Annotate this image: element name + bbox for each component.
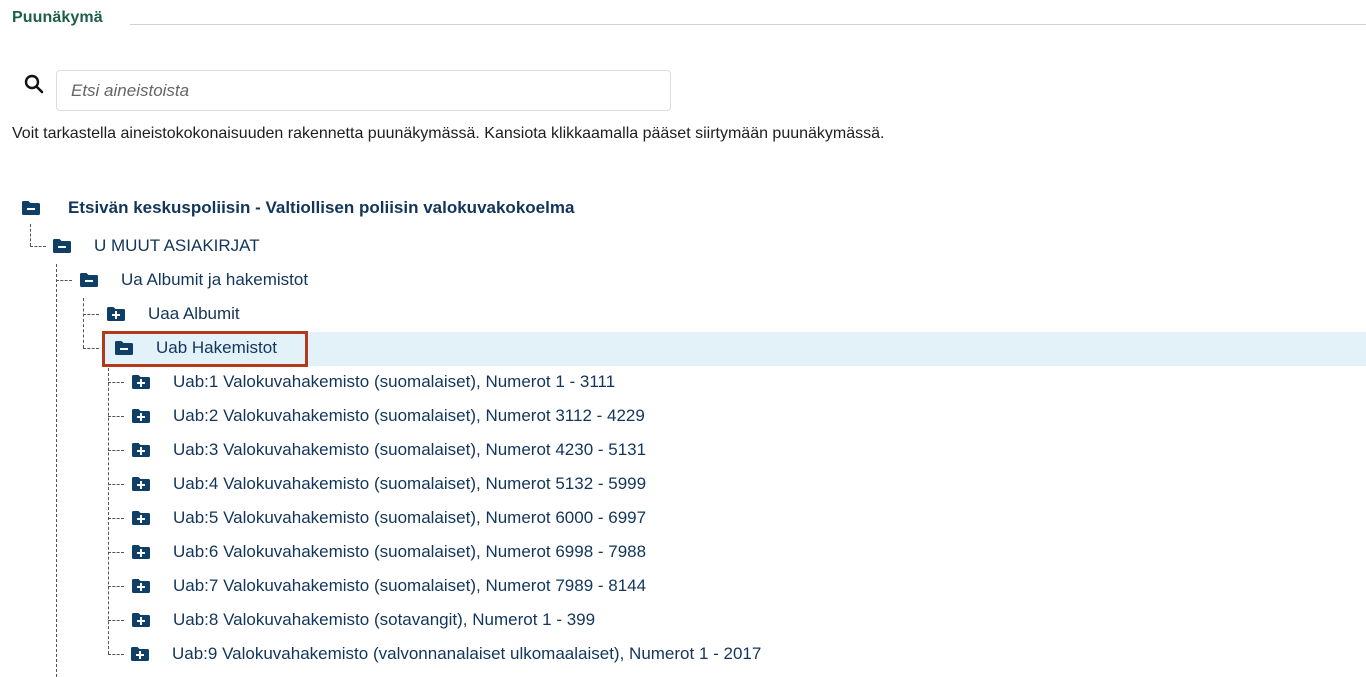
tree-node-root[interactable]: Etsivän keskuspoliisin - Valtiollisen po… <box>21 193 574 223</box>
tree-node-label[interactable]: Uab:4 Valokuvahakemisto (suomalaiset), N… <box>173 474 646 494</box>
tree-node-label[interactable]: Uab:2 Valokuvahakemisto (suomalaiset), N… <box>173 406 645 426</box>
tree-connector <box>56 264 57 677</box>
tree-node-label[interactable]: Uaa Albumit <box>148 304 240 324</box>
tree-node-uab-2[interactable]: Uab:2 Valokuvahakemisto (suomalaiset), N… <box>131 401 645 431</box>
tree-node-uab-1[interactable]: Uab:1 Valokuvahakemisto (suomalaiset), N… <box>131 367 615 397</box>
tree-node-label[interactable]: Uab:1 Valokuvahakemisto (suomalaiset), N… <box>173 372 615 392</box>
tree-connector <box>30 246 46 247</box>
tree-node-uab-3[interactable]: Uab:3 Valokuvahakemisto (suomalaiset), N… <box>131 435 646 465</box>
folder-plus-icon[interactable] <box>130 646 150 662</box>
tree-node-label[interactable]: Uab:7 Valokuvahakemisto (suomalaiset), N… <box>173 576 646 596</box>
tree-connector <box>108 484 124 485</box>
tree-node-uab-7[interactable]: Uab:7 Valokuvahakemisto (suomalaiset), N… <box>131 571 646 601</box>
tree-connector <box>108 654 124 655</box>
tree-node-label[interactable]: Uab:3 Valokuvahakemisto (suomalaiset), N… <box>173 440 646 460</box>
tree-node-label[interactable]: Etsivän keskuspoliisin - Valtiollisen po… <box>68 198 574 218</box>
tree-description: Voit tarkastella aineistokokonaisuuden r… <box>12 125 885 142</box>
tree-connector <box>108 620 124 621</box>
tree-node-uab-6[interactable]: Uab:6 Valokuvahakemisto (suomalaiset), N… <box>131 537 646 567</box>
folder-minus-icon[interactable] <box>52 238 72 254</box>
tree-connector <box>83 348 99 349</box>
tree-connector <box>108 518 124 519</box>
tree-connector <box>30 224 31 246</box>
tree-node-label[interactable]: Ua Albumit ja hakemistot <box>121 270 308 290</box>
tree-node-uab-5[interactable]: Uab:5 Valokuvahakemisto (suomalaiset), N… <box>131 503 646 533</box>
tree-node-label[interactable]: Uab:5 Valokuvahakemisto (suomalaiset), N… <box>173 508 646 528</box>
tree-connector <box>83 314 99 315</box>
tree-node-uab-9[interactable]: Uab:9 Valokuvahakemisto (valvonnanalaise… <box>130 639 761 669</box>
tree-connector <box>108 586 124 587</box>
search-input[interactable] <box>56 70 671 111</box>
tree-node-uab-8[interactable]: Uab:8 Valokuvahakemisto (sotavangit), Nu… <box>131 605 595 635</box>
folder-plus-icon[interactable] <box>106 306 126 322</box>
tree-connector <box>108 382 124 383</box>
section-divider <box>130 24 1366 25</box>
folder-plus-icon[interactable] <box>131 408 151 424</box>
folder-plus-icon[interactable] <box>131 578 151 594</box>
section-title: Puunäkymä <box>12 9 103 26</box>
folder-plus-icon[interactable] <box>131 374 151 390</box>
folder-plus-icon[interactable] <box>131 442 151 458</box>
tree-view-page: Puunäkymä Voit tarkastella aineistokokon… <box>0 0 1366 677</box>
tree-node-u-muut-asiakirjat[interactable]: U MUUT ASIAKIRJAT <box>52 231 260 261</box>
tree-connector <box>108 552 124 553</box>
tree-node-uab-4[interactable]: Uab:4 Valokuvahakemisto (suomalaiset), N… <box>131 469 646 499</box>
search-icon[interactable] <box>24 74 44 94</box>
selected-node-highlight <box>102 331 308 367</box>
tree-connector <box>83 298 84 348</box>
folder-plus-icon[interactable] <box>131 544 151 560</box>
tree-node-label[interactable]: Uab:8 Valokuvahakemisto (sotavangit), Nu… <box>173 610 595 630</box>
tree-node-uaa-albumit[interactable]: Uaa Albumit <box>106 299 240 329</box>
tree-node-label[interactable]: U MUUT ASIAKIRJAT <box>94 236 260 256</box>
tree-node-label[interactable]: Uab:6 Valokuvahakemisto (suomalaiset), N… <box>173 542 646 562</box>
folder-plus-icon[interactable] <box>131 476 151 492</box>
tree-connector <box>56 280 72 281</box>
tree-connector <box>108 368 109 654</box>
tree-node-ua-albumit-ja-hakemistot[interactable]: Ua Albumit ja hakemistot <box>79 265 308 295</box>
folder-minus-icon[interactable] <box>79 272 99 288</box>
tree-connector <box>108 450 124 451</box>
tree-node-label[interactable]: Uab:9 Valokuvahakemisto (valvonnanalaise… <box>172 644 761 664</box>
folder-plus-icon[interactable] <box>131 612 151 628</box>
tree-connector <box>108 416 124 417</box>
folder-minus-icon[interactable] <box>21 200 41 216</box>
folder-plus-icon[interactable] <box>131 510 151 526</box>
